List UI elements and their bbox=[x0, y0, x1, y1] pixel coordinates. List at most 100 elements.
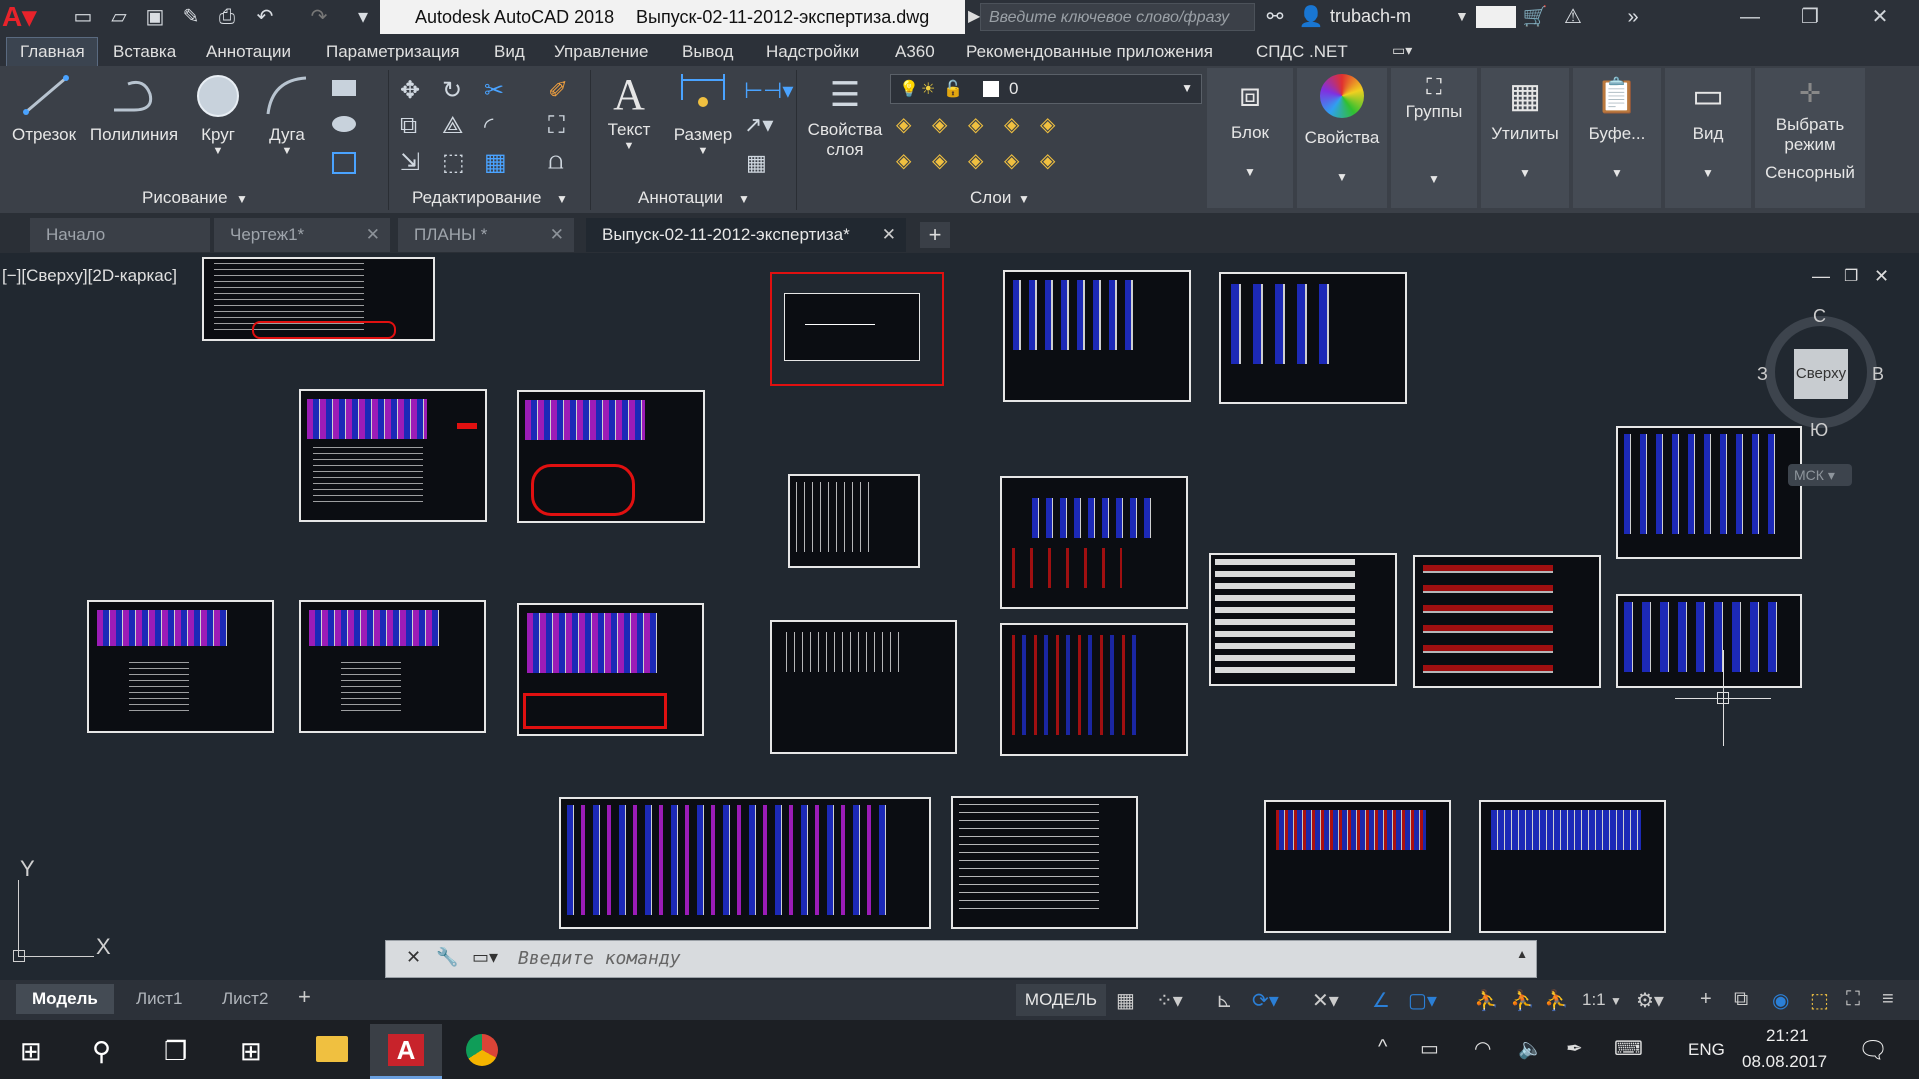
rectangle-tool-icon[interactable] bbox=[332, 80, 356, 96]
drawing-sheet[interactable] bbox=[1479, 800, 1666, 933]
user-name[interactable]: trubach-m bbox=[1330, 6, 1411, 27]
touch-mode-panel[interactable]: ✛ Выбрать режим Сенсорный bbox=[1755, 68, 1865, 208]
linear-dim-icon[interactable]: ⊢⊣▾ bbox=[744, 78, 793, 104]
layer-tool-icon[interactable]: ◈ bbox=[1040, 148, 1055, 173]
view-panel[interactable]: ▭ Вид ▼ bbox=[1665, 68, 1751, 208]
viewport-restore-icon[interactable]: ❐ bbox=[1844, 266, 1858, 286]
layers-group-arrow-icon[interactable]: ▼ bbox=[1018, 192, 1030, 206]
show-hidden-icon[interactable]: ^ bbox=[1378, 1036, 1387, 1059]
annotation-group-title[interactable]: Аннотации bbox=[638, 188, 723, 208]
circle-dropdown-icon[interactable]: ▼ bbox=[184, 145, 252, 157]
print-icon[interactable]: ⎙ bbox=[214, 4, 240, 30]
cart-icon[interactable]: 🛒 bbox=[1522, 4, 1548, 30]
tab-layout1[interactable]: Лист1 bbox=[120, 984, 198, 1014]
tab-drawing1[interactable]: Чертеж1* ✕ bbox=[214, 218, 390, 252]
layers-group-title[interactable]: Слои bbox=[970, 188, 1011, 208]
layer-dropdown[interactable]: 💡 ☀ 🔓 0 ▼ bbox=[890, 74, 1202, 104]
tab-insert[interactable]: Вставка bbox=[113, 42, 176, 62]
offset-icon[interactable]: ⩍ bbox=[548, 148, 564, 176]
cmd-close-icon[interactable]: ✕ bbox=[406, 947, 421, 968]
drawing-sheet[interactable] bbox=[770, 620, 957, 754]
erase-icon[interactable]: ✐ bbox=[548, 76, 568, 105]
redo-icon[interactable]: ↷ bbox=[306, 4, 332, 30]
scale-value[interactable]: 1:1 bbox=[1582, 990, 1606, 1010]
close-icon[interactable]: ✕ bbox=[366, 218, 380, 252]
restore-button[interactable]: ❐ bbox=[1780, 0, 1840, 34]
annotation-scale-icon[interactable]: ⛹ bbox=[1474, 988, 1499, 1013]
task-view-icon[interactable]: ❐ bbox=[164, 1036, 187, 1067]
drawing-sheet[interactable] bbox=[951, 796, 1138, 929]
pen-icon[interactable]: ✒ bbox=[1566, 1036, 1583, 1061]
trim-icon[interactable]: ✂ bbox=[484, 76, 504, 105]
layer-tool-icon[interactable]: ◈ bbox=[932, 112, 947, 137]
ucs-dropdown[interactable]: МСК ▾ bbox=[1788, 464, 1852, 486]
quick-access-menu-icon[interactable]: ▾ bbox=[350, 4, 376, 30]
expand-arrow-icon[interactable]: ▶ bbox=[968, 6, 980, 26]
viewcube-east[interactable]: В bbox=[1872, 364, 1884, 385]
clock-time[interactable]: 21:21 bbox=[1766, 1026, 1809, 1046]
tab-manage[interactable]: Управление bbox=[554, 42, 649, 62]
ribbon-toggle-icon[interactable]: ▭▾ bbox=[1392, 42, 1412, 59]
osnap-icon[interactable]: ✕▾ bbox=[1312, 988, 1339, 1013]
snap-icon[interactable]: ⁘▾ bbox=[1156, 988, 1183, 1013]
stretch-icon[interactable]: ⇲ bbox=[400, 148, 420, 177]
tab-featured-apps[interactable]: Рекомендованные приложения bbox=[966, 42, 1213, 62]
layer-tool-icon[interactable]: ◈ bbox=[1040, 112, 1055, 137]
layer-tool-icon[interactable]: ◈ bbox=[1004, 148, 1019, 173]
viewcube-west[interactable]: З bbox=[1757, 364, 1768, 385]
cmd-expand-icon[interactable]: ▲ bbox=[1516, 947, 1528, 961]
undo-icon[interactable]: ↶ bbox=[252, 4, 278, 30]
volume-icon[interactable]: 🔈 bbox=[1518, 1036, 1543, 1061]
binoculars-icon[interactable]: ⚯ bbox=[1262, 4, 1288, 30]
tab-annotate[interactable]: Аннотации bbox=[206, 42, 291, 62]
arc-tool[interactable]: Дуга ▼ bbox=[254, 70, 320, 170]
circle-tool[interactable]: Круг ▼ bbox=[184, 70, 252, 170]
annotation-visibility-icon[interactable]: ⛹ bbox=[1510, 988, 1535, 1013]
copy-icon[interactable]: ⧉ bbox=[400, 112, 417, 140]
new-file-icon[interactable]: ▭ bbox=[70, 4, 96, 30]
menu-icon[interactable]: ≡ bbox=[1882, 988, 1894, 1011]
exchange-box[interactable] bbox=[1476, 6, 1516, 28]
dimension-dropdown-icon[interactable]: ▼ bbox=[664, 145, 742, 157]
array-icon[interactable]: ▦ bbox=[484, 148, 507, 177]
fillet-icon[interactable]: ◜ bbox=[484, 112, 493, 141]
tab-current-drawing[interactable]: Выпуск-02-11-2012-экспертиза* ✕ bbox=[586, 218, 906, 252]
layer-tool-icon[interactable]: ◈ bbox=[968, 112, 983, 137]
tab-home[interactable]: Главная bbox=[20, 42, 85, 62]
line-tool[interactable]: Отрезок bbox=[4, 70, 84, 160]
clean-screen-icon[interactable]: ⬚ bbox=[1810, 988, 1829, 1013]
drawing-sheet[interactable] bbox=[559, 797, 931, 929]
polyline-tool[interactable]: Полилиния bbox=[84, 70, 184, 160]
drawing-sheet[interactable] bbox=[202, 257, 435, 341]
layer-tool-icon[interactable]: ◈ bbox=[896, 112, 911, 137]
explode-icon[interactable]: ⛶ bbox=[548, 112, 565, 140]
open-file-icon[interactable]: ▱ bbox=[106, 4, 132, 30]
search-icon[interactable]: ⚲ bbox=[92, 1036, 111, 1067]
groups-panel[interactable]: ⛶ Группы ▼ bbox=[1391, 68, 1477, 208]
drawing-sheet[interactable] bbox=[1616, 594, 1802, 688]
leader-icon[interactable]: ↗▾ bbox=[744, 112, 773, 138]
drawing-sheet[interactable] bbox=[1209, 553, 1397, 686]
tab-output[interactable]: Вывод bbox=[682, 42, 733, 62]
viewcube-face[interactable]: Сверху bbox=[1794, 349, 1848, 399]
layer-tool-icon[interactable]: ◈ bbox=[932, 148, 947, 173]
keyboard-icon[interactable]: ⌨ bbox=[1614, 1036, 1643, 1061]
layer-tool-icon[interactable]: ◈ bbox=[1004, 112, 1019, 137]
drawing-sheet[interactable] bbox=[1616, 426, 1802, 559]
save-as-icon[interactable]: ✎ bbox=[178, 4, 204, 30]
viewcube-north[interactable]: С bbox=[1813, 306, 1826, 327]
layer-tool-icon[interactable]: ◈ bbox=[896, 148, 911, 173]
close-icon[interactable]: ✕ bbox=[882, 218, 896, 252]
properties-panel[interactable]: Свойства ▼ bbox=[1297, 68, 1387, 208]
annotation-group-arrow-icon[interactable]: ▼ bbox=[738, 192, 750, 206]
drawing-sheet[interactable] bbox=[1003, 270, 1191, 402]
mirror-icon[interactable]: ⟁ bbox=[442, 112, 463, 140]
ortho-icon[interactable]: ⊾ bbox=[1216, 988, 1233, 1013]
modify-group-arrow-icon[interactable]: ▼ bbox=[556, 192, 568, 206]
clock-date[interactable]: 08.08.2017 bbox=[1742, 1052, 1827, 1072]
battery-icon[interactable]: ▭ bbox=[1420, 1036, 1439, 1061]
utilities-panel[interactable]: ▦ Утилиты ▼ bbox=[1481, 68, 1569, 208]
drawing-sheet[interactable] bbox=[1219, 272, 1407, 404]
draw-group-title[interactable]: Рисование bbox=[142, 188, 228, 208]
store-icon[interactable]: ⊞ bbox=[240, 1036, 262, 1067]
